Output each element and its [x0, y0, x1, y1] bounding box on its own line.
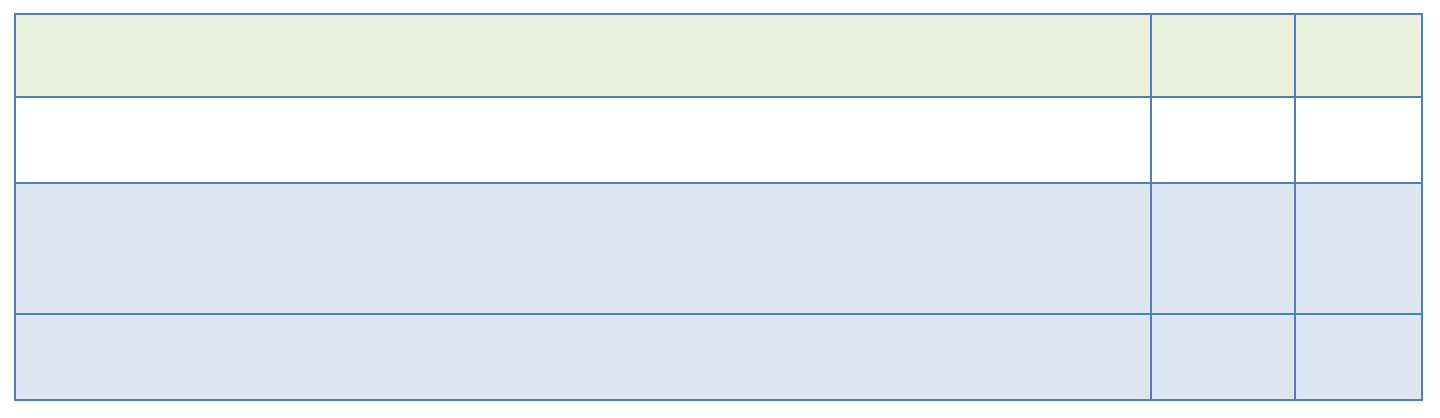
table-row: [14, 96, 1423, 184]
document-table-container: [14, 13, 1423, 401]
table-cell: [1294, 182, 1423, 315]
table-cell: [1150, 13, 1296, 98]
table-row: [14, 13, 1423, 98]
table-row: [14, 182, 1423, 315]
table-cell: [1150, 313, 1296, 401]
document-table: [14, 13, 1423, 401]
table-row: [14, 313, 1423, 401]
table-cell: [1150, 96, 1296, 184]
table-cell: [14, 96, 1152, 184]
table-cell: [14, 13, 1152, 98]
table-cell: [1294, 313, 1423, 401]
table-cell: [1294, 96, 1423, 184]
table-cell: [1294, 13, 1423, 98]
table-cell: [1150, 182, 1296, 315]
table-cell: [14, 313, 1152, 401]
table-cell: [14, 182, 1152, 315]
